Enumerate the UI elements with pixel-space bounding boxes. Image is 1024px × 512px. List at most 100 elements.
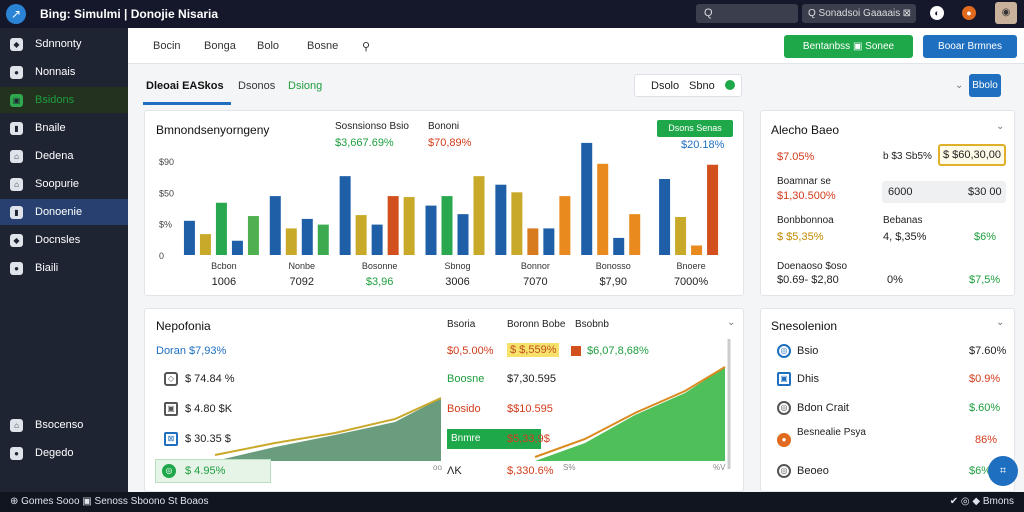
sidebar: ◆ Sdnnonty ● Nonnais ▣ Bsidons ▮ Bnaile ⌂ Ded… (0, 28, 128, 492)
nep-row-2-c2: Bosido (447, 403, 481, 415)
sidebar-item-6[interactable]: ▮ Donoenie (0, 199, 128, 225)
sidebar-item-7[interactable]: ◆ Docnsles (0, 227, 128, 253)
search-clear-icon[interactable]: ⊠ (903, 4, 911, 23)
y-tick-label: 0 (159, 251, 164, 261)
chevron-down-icon[interactable]: ⌄ (996, 317, 1004, 328)
secondary-blue-button[interactable]: Bbolo (969, 74, 1001, 97)
chart-bar[interactable] (613, 237, 625, 255)
view-toggle-group: Dsolo Sbno (634, 74, 742, 97)
chart-bar[interactable] (543, 228, 555, 255)
tab-1[interactable]: Bonga (204, 40, 236, 52)
sidebar-item-3[interactable]: ▮ Bnaile (0, 115, 128, 141)
sidebar-footer-item-1[interactable]: ● Degedo (0, 440, 128, 466)
sidebar-icon: ▮ (10, 122, 23, 135)
chart-bar[interactable] (581, 142, 593, 255)
chart-bar[interactable] (285, 228, 297, 255)
search-icon[interactable]: ⚲ (362, 40, 370, 53)
y-tick-label: $90 (159, 157, 174, 167)
sidebar-item-label: Soopurie (35, 178, 80, 190)
chart-bar[interactable] (441, 196, 453, 255)
chart-bar[interactable] (691, 245, 703, 256)
chart-bar[interactable] (183, 220, 195, 255)
chart-bar[interactable] (495, 184, 507, 255)
chart-bar[interactable] (597, 163, 609, 255)
chart-bar[interactable] (301, 218, 313, 255)
primary-green-button[interactable]: Bentanbss ▣ Sonee (784, 35, 913, 58)
tab-3[interactable]: Bosne (307, 40, 338, 52)
chart-bar[interactable] (527, 228, 539, 255)
status-right[interactable]: ✔ ◎ ◆ Bmons (950, 492, 1014, 512)
view-toggle-2[interactable]: Sbno (689, 80, 715, 92)
chart-bar[interactable] (473, 176, 485, 255)
toggle-status-icon[interactable] (725, 80, 735, 90)
search-box[interactable]: Q (696, 4, 798, 23)
session-icon: ◎ (777, 401, 791, 415)
sidebar-item-5[interactable]: ⌂ Soopurie (0, 171, 128, 197)
chart-bar[interactable] (511, 192, 523, 255)
chart-bar[interactable] (675, 217, 687, 255)
chart-bar[interactable] (339, 176, 351, 255)
status-left[interactable]: ⊕ Gomes Sooo ▣ Senoss Sboono St Boaos (10, 492, 209, 512)
chart-bar[interactable] (425, 205, 437, 255)
chart-bar[interactable] (215, 202, 227, 255)
chevron-down-icon[interactable]: ⌄ (955, 80, 963, 91)
alert-highlight-value[interactable]: $ $60,30,00 (938, 144, 1006, 166)
chart-bar[interactable] (371, 224, 383, 255)
primary-blue-button[interactable]: Booar Brmnes (923, 35, 1017, 58)
app-logo-icon[interactable]: ↗ (6, 4, 26, 24)
sidebar-item-2[interactable]: ▣ Bsidons (0, 87, 128, 113)
chart-bar[interactable] (317, 224, 329, 255)
sub-tab-bar: Dleoai EASkos Dsonos Dsiong Dsolo Sbno ⌄… (128, 64, 1024, 106)
nep-row-4-c3: $,330.6% (507, 465, 554, 477)
alert-row-1-b: 6000 (888, 186, 913, 198)
chevron-down-icon[interactable]: ⌄ (996, 121, 1004, 132)
data-label: 7000% (674, 276, 708, 288)
sidebar-item-label: Nonnais (35, 66, 76, 78)
sidebar-item-1[interactable]: ● Nonnais (0, 59, 128, 85)
data-label: $7,90 (599, 276, 627, 288)
top-bar: ↗ Bing: Simulmi | Donojie Nisaria Q Q So… (0, 0, 1024, 28)
alert-row-1-field[interactable]: 6000 $30 00 (882, 181, 1006, 203)
chart-bar[interactable] (355, 215, 367, 255)
chart-bar[interactable] (559, 196, 571, 255)
floating-action-button[interactable]: ⌗ (988, 456, 1018, 486)
session-icon: ● (777, 433, 791, 447)
data-label: 1006 (212, 276, 236, 288)
chart-bar[interactable] (387, 196, 399, 255)
session-row-2-value: $.60% (969, 402, 1001, 414)
notification-icon[interactable]: ◐ (930, 6, 944, 20)
session-icon: ◎ (777, 464, 791, 478)
chart-bar[interactable] (269, 196, 281, 255)
view-toggle-1[interactable]: Dsolo (651, 80, 679, 92)
chart-bar[interactable] (457, 214, 469, 255)
tab-0[interactable]: Bocin (153, 40, 181, 52)
alert-row-0-b: b $3 Sb5% (883, 151, 932, 162)
sidebar-item-8[interactable]: ● Biaili (0, 255, 128, 281)
chart-bar[interactable] (403, 197, 415, 255)
chart-bar[interactable] (231, 240, 243, 255)
area-axis-right: %V (713, 463, 726, 472)
y-tick-label: $% (159, 220, 172, 230)
sidebar-icon: ● (10, 447, 23, 460)
chart-bar[interactable] (659, 179, 671, 255)
chart-bar[interactable] (247, 216, 259, 255)
chart-bar[interactable] (707, 164, 719, 255)
x-tick-label: Bonosso (596, 261, 631, 271)
chart-bar[interactable] (199, 234, 211, 255)
chart-card: Bmnondsenyorngeny Sosnsionso Bsio $3,667… (144, 110, 744, 296)
nep-row-0-c3[interactable]: $ $,559% (507, 343, 560, 357)
secondary-search-box[interactable]: Q Sonadsoi Gaaaais ⊠ (802, 4, 916, 23)
status-icon[interactable]: ● (962, 6, 976, 20)
chart-bar[interactable] (629, 214, 641, 255)
area-axis-left: oo (433, 463, 442, 472)
subtab-active[interactable]: Dleoai EASkos (146, 80, 224, 92)
sidebar-footer-item-0[interactable]: ⌂ Bsocenso (0, 412, 128, 438)
tab-2[interactable]: Bolo (257, 40, 279, 52)
alert-row-2-a2: $ $5,35% (777, 231, 824, 243)
user-avatar[interactable]: ◉ (995, 2, 1017, 24)
subtab-3[interactable]: Dsiong (288, 80, 322, 92)
subtab-2[interactable]: Dsonos (238, 80, 275, 92)
data-label: 3006 (445, 276, 469, 288)
sidebar-item-0[interactable]: ◆ Sdnnonty (0, 31, 128, 57)
sidebar-item-4[interactable]: ⌂ Dedena (0, 143, 128, 169)
